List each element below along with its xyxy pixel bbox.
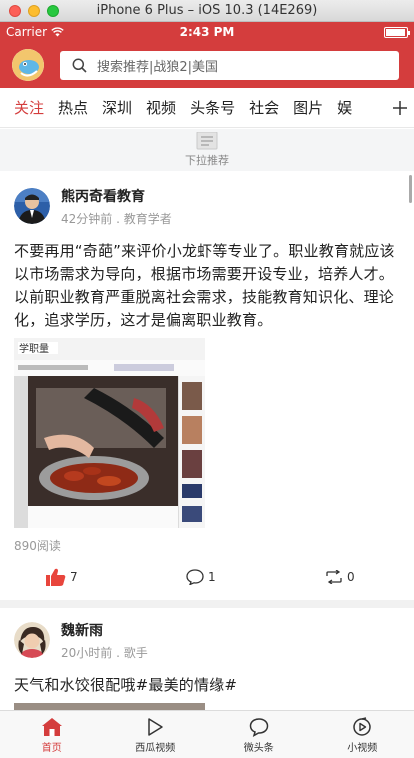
add-channel-button[interactable] — [386, 88, 414, 127]
share-count: 0 — [347, 570, 355, 584]
scroll-indicator[interactable] — [409, 175, 412, 203]
author-name[interactable]: 魏新雨 — [61, 622, 148, 640]
profile-mascot-icon — [12, 49, 44, 81]
like-count: 7 — [70, 570, 78, 584]
status-bar: Carrier 2:43 PM — [0, 22, 414, 42]
repost-icon — [326, 570, 342, 584]
tabbar-small-video[interactable]: 小视频 — [311, 711, 414, 758]
image-caption: 学职量 — [19, 342, 49, 355]
tab-follow[interactable]: 关注 — [14, 97, 44, 118]
tabbar-home[interactable]: 首页 — [0, 711, 104, 758]
thumbs-up-icon — [46, 568, 66, 586]
post-divider — [0, 600, 414, 608]
tab-society[interactable]: 社会 — [249, 97, 279, 118]
pull-refresh-hint: 下拉推荐 — [0, 129, 414, 171]
bottom-tab-bar: 首页 西瓜视频 微头条 小视频 — [0, 710, 414, 758]
comment-button[interactable]: 1 — [186, 569, 216, 585]
author-avatar[interactable] — [14, 622, 50, 658]
tabbar-weitoutiao-label: 微头条 — [243, 743, 274, 754]
tab-hot[interactable]: 热点 — [58, 97, 88, 118]
post-meta: 42分钟前 . 教育学者 — [61, 212, 172, 226]
tabbar-xigua-video[interactable]: 西瓜视频 — [104, 711, 208, 758]
app-header: Carrier 2:43 PM 搜索推荐|战狼2|美国 — [0, 22, 414, 88]
tab-pictures[interactable]: 图片 — [293, 97, 323, 118]
user-avatar-button[interactable] — [12, 49, 44, 81]
battery-icon — [384, 27, 410, 38]
tabbar-xigua-label: 西瓜视频 — [135, 743, 176, 754]
post-text[interactable]: 天气和水饺很配哦#最美的情缘# — [14, 674, 400, 697]
plus-icon — [393, 101, 407, 115]
feed-post[interactable]: 熊丙奇看教育 42分钟前 . 教育学者 不要再用“奇葩”来评价小龙虾等专业了。职… — [0, 171, 414, 600]
like-button[interactable]: 7 — [46, 568, 78, 586]
tab-entertainment[interactable]: 娱 — [337, 97, 352, 118]
post-meta: 20小时前 . 歌手 — [61, 646, 148, 660]
search-placeholder: 搜索推荐|战狼2|美国 — [97, 59, 219, 75]
author-avatar[interactable] — [14, 188, 50, 224]
post-image[interactable]: 学职量 — [14, 338, 205, 528]
crayfish-cooking-photo: 学职量 — [14, 338, 205, 528]
category-tabs: 关注 热点 深圳 视频 头条号 社会 图片 娱 — [0, 88, 414, 128]
search-input[interactable]: 搜索推荐|战狼2|美国 — [60, 50, 399, 80]
feed-post[interactable]: 魏新雨 20小时前 . 歌手 天气和水饺很配哦#最美的情缘# — [0, 608, 414, 710]
tab-toutiaohao[interactable]: 头条号 — [190, 97, 235, 118]
comment-icon — [186, 569, 204, 585]
post-actions: 7 1 0 — [14, 554, 400, 600]
document-icon — [196, 132, 218, 150]
tab-video[interactable]: 视频 — [146, 97, 176, 118]
comment-count: 1 — [208, 570, 216, 584]
home-icon — [41, 718, 62, 736]
search-icon — [72, 58, 87, 73]
read-count: 890阅读 — [14, 539, 61, 553]
simulator-title-bar: iPhone 6 Plus – iOS 10.3 (14E269) — [0, 0, 414, 22]
tabbar-home-label: 首页 — [41, 743, 62, 754]
tab-shenzhen[interactable]: 深圳 — [102, 97, 132, 118]
post-text[interactable]: 不要再用“奇葩”来评价小龙虾等专业了。职业教育就应该以市场需求为导向，根据市场需… — [14, 240, 400, 332]
tabbar-small-video-label: 小视频 — [347, 743, 378, 754]
post-author[interactable]: 熊丙奇看教育 42分钟前 . 教育学者 — [14, 171, 400, 227]
chat-bubble-icon — [249, 718, 269, 737]
status-time: 2:43 PM — [179, 25, 235, 39]
news-feed: 熊丙奇看教育 42分钟前 . 教育学者 不要再用“奇葩”来评价小龙虾等专业了。职… — [0, 171, 414, 710]
dumplings-photo — [14, 703, 205, 710]
tabbar-weitoutiao[interactable]: 微头条 — [207, 711, 311, 758]
play-icon — [148, 718, 163, 736]
simulator-title: iPhone 6 Plus – iOS 10.3 (14E269) — [96, 3, 318, 18]
post-author[interactable]: 魏新雨 20小时前 . 歌手 — [14, 608, 400, 661]
pull-refresh-label: 下拉推荐 — [185, 154, 229, 167]
author-name[interactable]: 熊丙奇看教育 — [61, 188, 172, 206]
post-image[interactable] — [14, 703, 205, 710]
share-button[interactable]: 0 — [325, 570, 355, 584]
small-video-icon — [353, 717, 371, 736]
